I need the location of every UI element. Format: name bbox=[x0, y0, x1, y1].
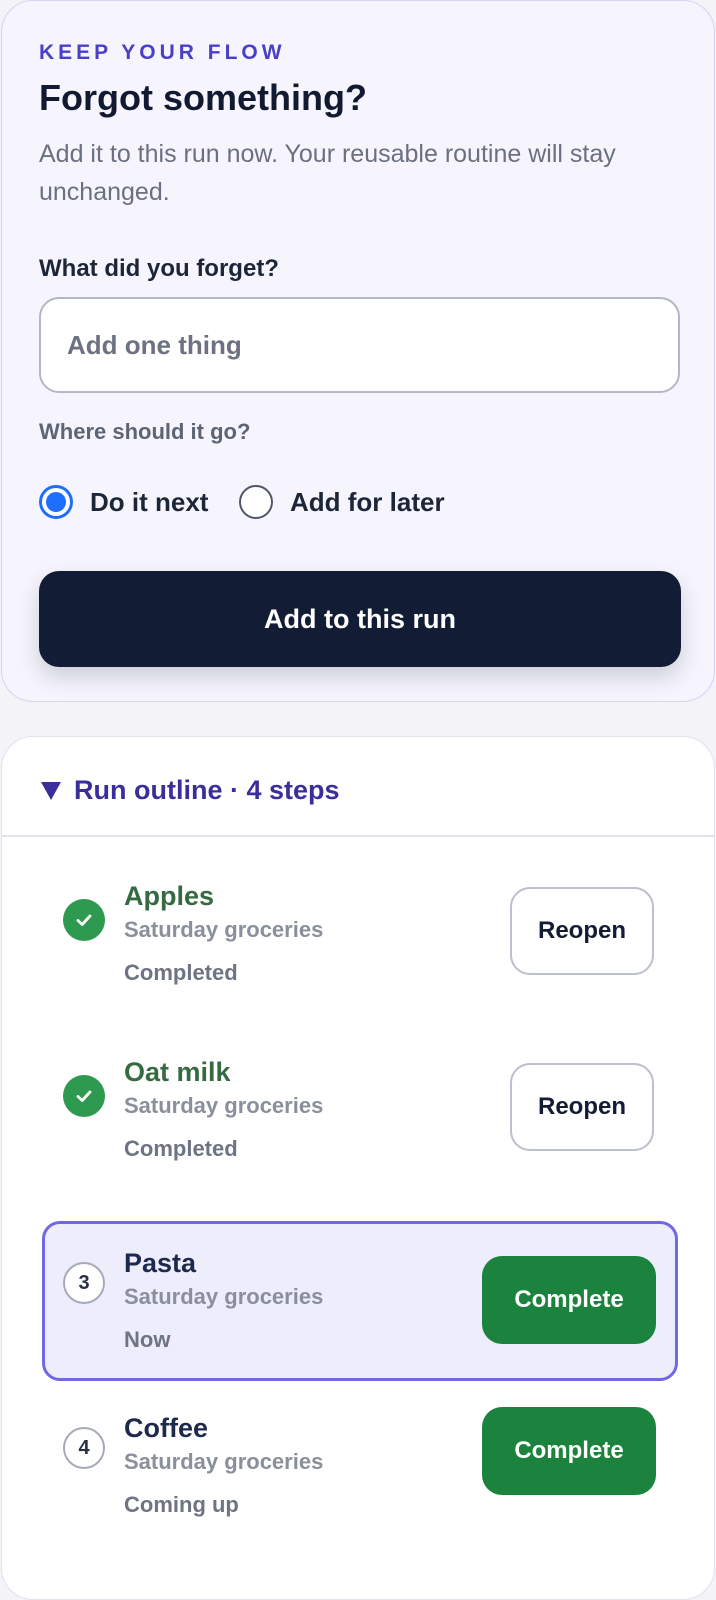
step-status: Completed bbox=[124, 960, 238, 985]
radio-checked-icon[interactable] bbox=[39, 485, 73, 519]
radio-label: Do it next bbox=[90, 486, 209, 517]
step-item: 4 Coffee Saturday groceries Coming up Co… bbox=[42, 1407, 678, 1575]
capture-card: KEEP YOUR FLOW Forgot something? Add it … bbox=[1, 0, 715, 702]
step-status: Now bbox=[124, 1327, 171, 1352]
add-to-run-button[interactable]: Add to this run bbox=[39, 571, 681, 667]
radio-add-for-later[interactable]: Add for later bbox=[239, 483, 445, 521]
placement-label: Where should it go? bbox=[39, 419, 251, 444]
forgot-field-label: What did you forget? bbox=[39, 255, 279, 282]
step-routine: Saturday groceries bbox=[124, 1284, 324, 1309]
step-item: Apples Saturday groceries Completed Reop… bbox=[42, 881, 678, 1047]
radio-do-it-next[interactable]: Do it next bbox=[39, 483, 208, 521]
step-name: Oat milk bbox=[124, 1057, 231, 1087]
subtitle: Add it to this run now. Your reusable ro… bbox=[39, 140, 616, 206]
step-number-badge: 4 bbox=[63, 1427, 105, 1469]
triangle-down-icon bbox=[41, 781, 61, 800]
divider bbox=[2, 835, 714, 837]
forgot-item-input[interactable] bbox=[39, 297, 680, 393]
step-item: Oat milk Saturday groceries Completed Re… bbox=[42, 1057, 678, 1223]
step-status: Coming up bbox=[124, 1492, 239, 1517]
reopen-button[interactable]: Reopen bbox=[510, 887, 654, 975]
step-name: Apples bbox=[124, 881, 215, 911]
eyebrow: KEEP YOUR FLOW bbox=[39, 41, 286, 64]
radio-unchecked-icon[interactable] bbox=[239, 485, 273, 519]
complete-button[interactable]: Complete bbox=[482, 1407, 656, 1495]
run-outline-panel: Run outline · 4 steps Apples Saturday gr… bbox=[1, 736, 715, 1600]
reopen-button[interactable]: Reopen bbox=[510, 1063, 654, 1151]
step-name: Coffee bbox=[124, 1413, 209, 1443]
step-item-current: 3 Pasta Saturday groceries Now Complete bbox=[42, 1221, 678, 1381]
radio-label: Add for later bbox=[290, 486, 445, 517]
step-name: Pasta bbox=[124, 1248, 197, 1278]
run-outline-toggle[interactable]: Run outline · 4 steps bbox=[41, 775, 340, 806]
run-outline-summary: Run outline · 4 steps bbox=[74, 775, 340, 805]
step-routine: Saturday groceries bbox=[124, 917, 324, 942]
complete-button[interactable]: Complete bbox=[482, 1256, 656, 1344]
page-title: Forgot something? bbox=[39, 77, 367, 118]
step-number-badge: 3 bbox=[63, 1262, 105, 1304]
step-routine: Saturday groceries bbox=[124, 1449, 324, 1474]
check-icon bbox=[63, 1075, 105, 1117]
step-routine: Saturday groceries bbox=[124, 1093, 324, 1118]
step-status: Completed bbox=[124, 1136, 238, 1161]
check-icon bbox=[63, 899, 105, 941]
